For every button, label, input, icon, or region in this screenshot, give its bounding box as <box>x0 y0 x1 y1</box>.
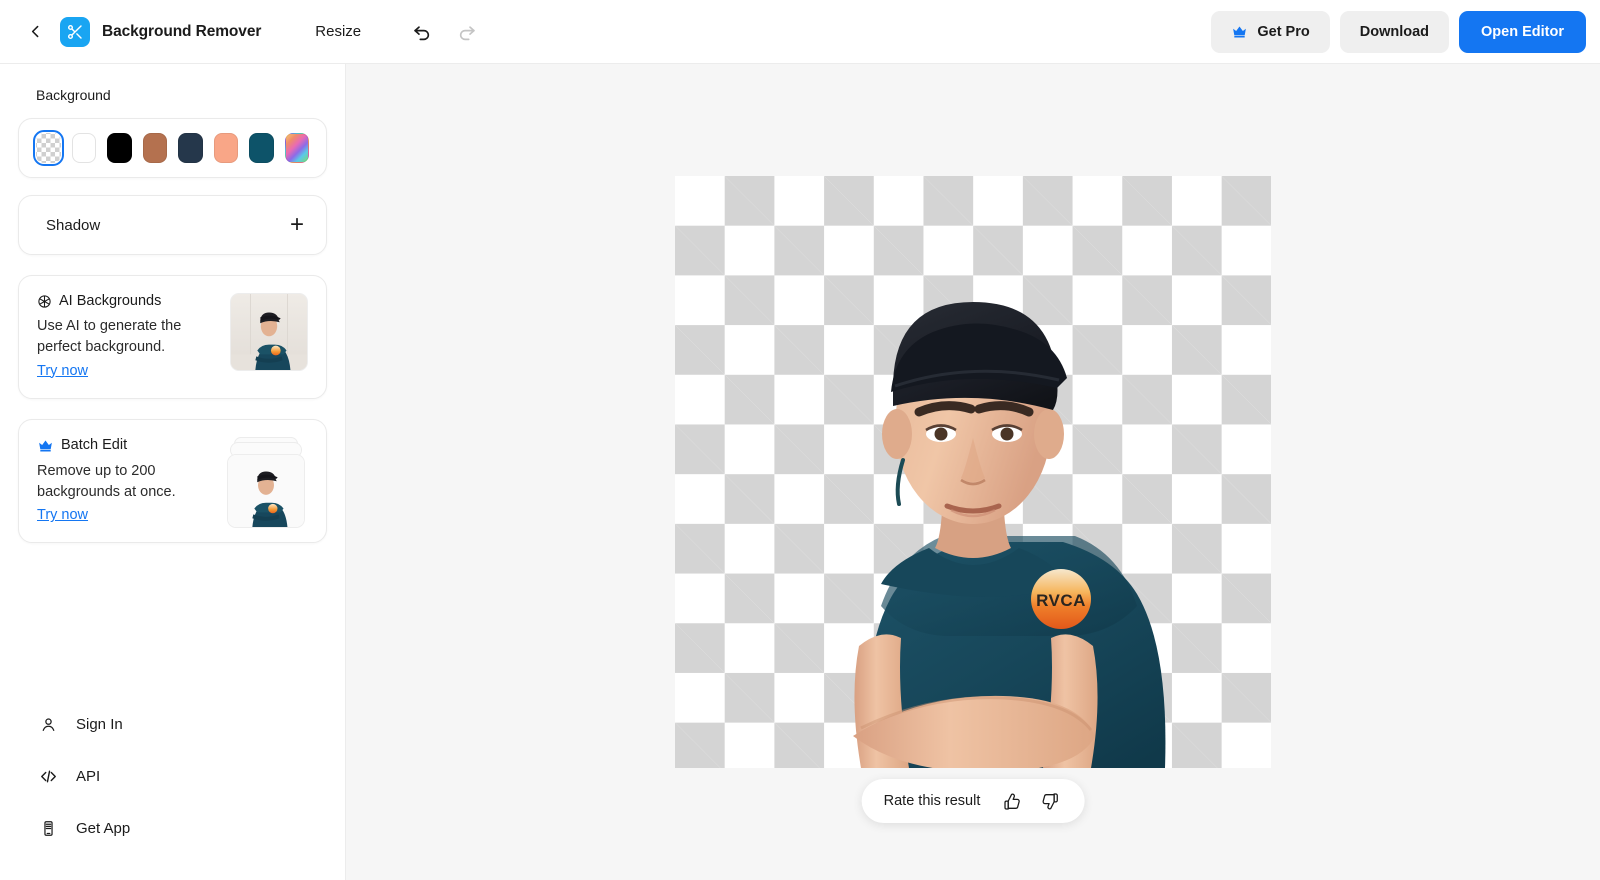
thumbs-up-button[interactable] <box>1000 789 1024 813</box>
back-button[interactable] <box>18 15 52 49</box>
promo-title: AI Backgrounds <box>59 293 162 309</box>
shadow-label: Shadow <box>46 216 101 234</box>
swatch-navy[interactable] <box>178 133 203 163</box>
undo-arrow-icon <box>413 26 429 41</box>
person-stacked-thumbnail <box>228 454 304 527</box>
header-left-group: Background Remover Resize <box>18 15 481 49</box>
sidebar-item-api[interactable]: API <box>18 750 327 802</box>
cutout-person-graphic: RVCA <box>853 302 1166 773</box>
header-actions: Get Pro Download Open Editor <box>1211 10 1586 53</box>
app-logo <box>60 16 90 47</box>
promo-card-batch-edit[interactable]: Batch Edit Remove up to 200 backgrounds … <box>18 418 327 544</box>
promo-thumbnail-ai <box>230 293 308 371</box>
background-remover-app: Background Remover Resize Get Pro Downlo… <box>0 0 1600 880</box>
rate-label: Rate this result <box>883 793 981 809</box>
sidebar-item-sign-in[interactable]: Sign In <box>18 698 327 750</box>
sidebar-item-label: Sign In <box>76 715 123 733</box>
image-stage: RVCA <box>675 176 1271 773</box>
crown-icon <box>1233 26 1247 38</box>
promo-text: AI Backgrounds Use AI to generate the pe… <box>37 293 218 380</box>
promo-try-now-link[interactable]: Try now <box>37 363 88 379</box>
aperture-icon <box>38 294 51 308</box>
thumbs-up-icon <box>1004 793 1020 810</box>
promo-title: Batch Edit <box>61 437 128 454</box>
promo-heading: AI Backgrounds <box>37 293 218 309</box>
rate-result-pill: Rate this result <box>861 779 1085 823</box>
swatch-gradient[interactable] <box>284 133 309 163</box>
crown-icon <box>39 440 52 452</box>
promo-text: Batch Edit Remove up to 200 backgrounds … <box>37 437 212 525</box>
resize-button[interactable]: Resize <box>305 17 371 46</box>
background-swatches-panel <box>18 118 327 178</box>
shadow-row[interactable]: Shadow + <box>18 195 327 255</box>
thumbs-down-button[interactable] <box>1038 789 1062 813</box>
sidebar-item-label: Get App <box>76 819 131 837</box>
background-section-label: Background <box>36 87 111 103</box>
download-label: Download <box>1359 23 1430 40</box>
subject-image[interactable]: RVCA <box>675 176 1271 773</box>
redo-arrow-icon <box>459 26 475 41</box>
app-title: Background Remover <box>102 22 262 40</box>
app-body: Background Shadow + AI Backgrounds Use A… <box>0 64 1600 880</box>
promo-try-now-link[interactable]: Try now <box>37 507 88 523</box>
undo-button[interactable] <box>407 17 437 47</box>
promo-description: Use AI to generate the perfect backgroun… <box>37 318 182 356</box>
sidebar: Background Shadow + AI Backgrounds Use A… <box>0 64 346 880</box>
chevron-left-icon <box>31 25 38 38</box>
swatch-black[interactable] <box>107 133 132 163</box>
code-brackets-icon <box>38 767 58 786</box>
scissors-logo-icon <box>67 24 82 39</box>
swatch-brown[interactable] <box>142 133 167 163</box>
open-editor-label: Open Editor <box>1481 23 1564 40</box>
get-pro-button[interactable]: Get Pro <box>1211 10 1330 53</box>
mobile-phone-icon <box>38 820 58 837</box>
person-studio-thumbnail <box>231 294 307 370</box>
promo-heading: Batch Edit <box>37 437 212 454</box>
open-editor-button[interactable]: Open Editor <box>1459 10 1586 53</box>
redo-button[interactable] <box>451 17 481 47</box>
swatch-white[interactable] <box>71 133 96 163</box>
swatch-transparent[interactable] <box>32 129 64 167</box>
sidebar-nav: Sign In API Get App <box>18 698 327 880</box>
thumbs-down-icon <box>1042 792 1059 809</box>
promo-thumbnail-batch-wrapper <box>224 436 308 528</box>
canvas-area: RVCA Rate this result <box>346 64 1600 880</box>
promo-thumbnail-batch <box>227 453 305 528</box>
swatch-peach[interactable] <box>213 133 238 163</box>
sidebar-item-label: API <box>76 767 101 785</box>
promo-description: Remove up to 200 backgrounds at once. <box>37 462 176 500</box>
user-icon <box>38 716 58 733</box>
undo-redo-group <box>407 17 481 47</box>
download-button[interactable]: Download <box>1339 10 1450 53</box>
get-pro-label: Get Pro <box>1257 23 1310 40</box>
swatch-row <box>19 119 326 177</box>
swatch-teal[interactable] <box>249 133 274 163</box>
plus-icon[interactable]: + <box>290 213 304 237</box>
sidebar-item-get-app[interactable]: Get App <box>18 802 327 854</box>
promo-card-ai-backgrounds[interactable]: AI Backgrounds Use AI to generate the pe… <box>18 275 327 399</box>
shirt-logo-text: RVCA <box>1036 591 1086 610</box>
app-header: Background Remover Resize Get Pro Downlo… <box>0 0 1600 64</box>
